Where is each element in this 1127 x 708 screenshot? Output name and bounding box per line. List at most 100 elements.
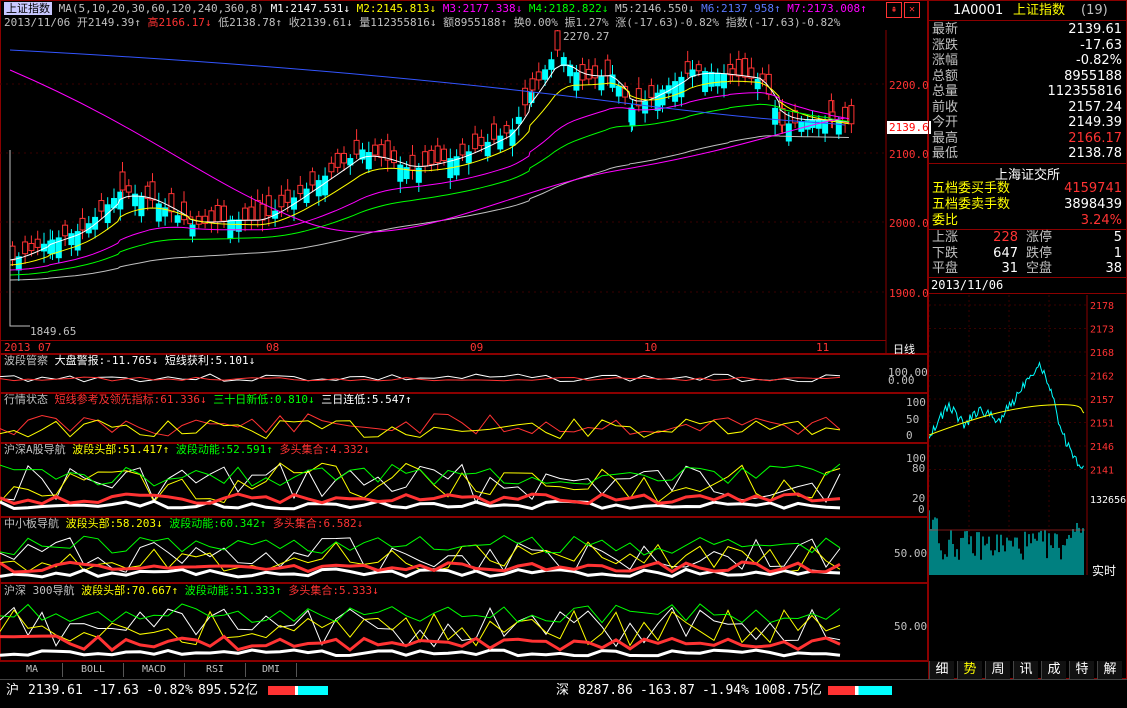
realtime-label[interactable]: 实时 [1092, 562, 1116, 579]
candle-body [529, 78, 536, 91]
intraday-avg-line [929, 404, 1085, 436]
order-ratio-value: 3.24% [1080, 213, 1122, 228]
x-axis [0, 340, 886, 355]
ma-m1: M1:2147.531↓ [270, 2, 351, 15]
sz-pct: -1.94% [702, 683, 749, 698]
mini-tick: 2141 [1090, 466, 1114, 477]
candle-body [785, 123, 792, 142]
moving-average-line [9, 103, 849, 276]
tab-dmi[interactable]: DMI [246, 663, 297, 677]
candle-body [284, 189, 291, 203]
breadth-row: 下跌 647 跌停 1 [930, 246, 1126, 262]
right-tab[interactable]: 周 [985, 661, 1010, 679]
quote-count: (19) [1081, 3, 1108, 18]
candle-body [754, 78, 761, 90]
indicator-3-chart [0, 462, 841, 511]
candle-body [434, 145, 441, 163]
index-name: 上证指数 [4, 2, 52, 15]
tab-rsi[interactable]: RSI [185, 663, 246, 677]
bar-high: 高2166.17↓ [147, 16, 212, 29]
candle-body [635, 88, 642, 107]
candle-body [422, 151, 429, 167]
sh-value: 2139.61 [28, 683, 83, 698]
candle-body [98, 200, 105, 212]
mini-tick: 2157 [1090, 395, 1114, 406]
quote-row-label: 涨幅 [932, 53, 959, 68]
right-tab[interactable]: 细 [929, 661, 954, 679]
x-tick-10: 10 [644, 341, 658, 354]
candle-body [208, 210, 215, 224]
quote-row: 涨跌 -17.63 [930, 38, 1126, 54]
ma-m6: M6:2137.958↑ [701, 2, 781, 15]
right-tab[interactable]: 势 [957, 661, 982, 679]
long-ma-line [9, 49, 846, 126]
candle-body [119, 171, 126, 191]
candle-body [34, 238, 41, 248]
kline-chart[interactable] [0, 30, 928, 354]
candle-body [708, 71, 715, 87]
buy-orders-row: 五档委买手数 4159741 [930, 181, 1126, 197]
candle-body [259, 203, 266, 221]
candle-body [168, 193, 175, 213]
candle-body [809, 119, 816, 128]
up-arrow-icon[interactable]: ⇞ [886, 2, 902, 18]
candle-body [353, 139, 360, 155]
quote-row-value: 2149.39 [1068, 115, 1122, 130]
candle-body [695, 64, 702, 72]
candle-body [125, 185, 132, 193]
ma-header: 上证指数 MA(5,10,20,30,60,120,240,360,8) M1:… [4, 2, 867, 16]
right-tab[interactable]: 解 [1097, 661, 1122, 679]
candle-body [515, 116, 522, 124]
breadth-row: 上涨 228 涨停 5 [930, 230, 1126, 246]
quote-row: 总量 112355816 [930, 84, 1126, 100]
sell-orders-label: 五档委卖手数 [932, 197, 1011, 212]
candle-body [409, 154, 416, 171]
y-tick-2200: 2200.0 [889, 79, 929, 92]
low-label: 1849.65 [30, 325, 77, 338]
candle-body [672, 81, 679, 102]
candle-body [678, 76, 685, 98]
quote-row-value: 8955188 [1064, 68, 1122, 84]
candle-body [28, 242, 35, 252]
indicator-2-chart [0, 413, 841, 440]
tab-macd[interactable]: MACD [124, 663, 185, 677]
bar-date: 2013/11/06 [4, 16, 71, 29]
quote-row-label: 总量 [932, 84, 959, 99]
bar-low: 低2138.78↑ [218, 16, 283, 29]
indicator-1-axis-lo: 0.00 [888, 374, 915, 387]
indicator-4-axis-50: 50.00 [894, 547, 928, 560]
y-tick-2100: 2100.0 [889, 148, 929, 161]
breadth-label-1: 上涨 [932, 230, 959, 245]
tab-ma[interactable]: MA [2, 663, 63, 677]
right-tab[interactable]: 讯 [1013, 661, 1038, 679]
tab-boll[interactable]: BOLL [63, 663, 124, 677]
ma-m3: M3:2177.338↓ [442, 2, 523, 15]
candle-body [659, 89, 666, 106]
right-tab[interactable]: 成 [1041, 661, 1066, 679]
intraday-chart[interactable]: 2178 2173 2168 2162 2157 2151 2146 2141 132656 [929, 295, 1126, 579]
candle-body [484, 141, 491, 157]
close-icon[interactable]: ✕ [904, 2, 920, 18]
intraday-price-line [929, 360, 1084, 469]
peak-label: 2270.27 [563, 30, 610, 43]
quote-row-value: 112355816 [1047, 84, 1122, 99]
candle-body [79, 217, 86, 231]
sh-amount: 895.52亿 [198, 683, 258, 698]
candle-body [465, 151, 472, 164]
indicator-2-axis-100: 100 [906, 396, 926, 409]
sell-orders-value: 3898439 [1064, 197, 1122, 212]
quote-code: 1A0001 [953, 3, 1004, 18]
quote-name: 上证指数 [1013, 3, 1066, 18]
quote-row: 最低 2138.78 [930, 146, 1126, 162]
candle-body [491, 123, 497, 140]
mini-tick: 2173 [1090, 325, 1114, 336]
candle-body [297, 184, 304, 195]
sh-pct: -0.82% [146, 683, 193, 698]
right-tab[interactable]: 特 [1069, 661, 1094, 679]
indicator-5-chart [0, 603, 841, 658]
indicator-line [0, 462, 841, 504]
indicator-2-axis-0: 0 [906, 429, 913, 442]
candle-body [573, 72, 580, 91]
candle-body [22, 241, 29, 255]
sz-amount: 1008.75亿 [754, 683, 822, 698]
